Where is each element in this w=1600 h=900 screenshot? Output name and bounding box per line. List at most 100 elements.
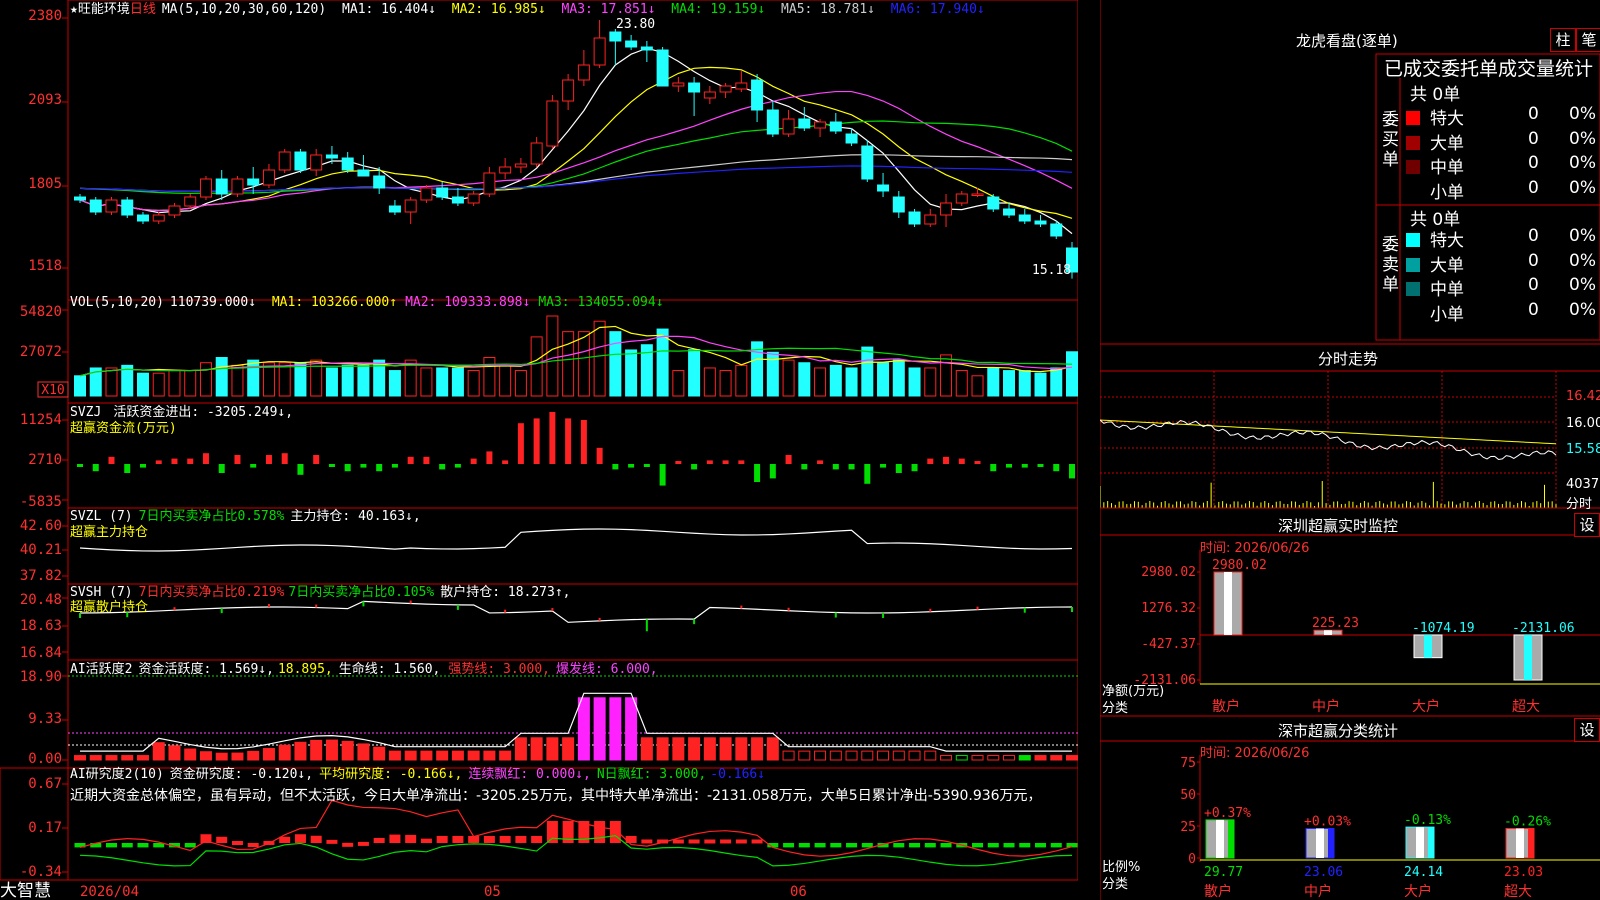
tick-view-button[interactable]: 笔 xyxy=(1576,28,1600,52)
candle-body xyxy=(908,211,921,225)
volume-bar xyxy=(703,367,716,397)
ai2-bar xyxy=(137,843,149,848)
ai2-bar xyxy=(452,835,464,843)
sz-cat-label: 散户 xyxy=(1212,698,1240,715)
svzj-bar xyxy=(927,458,934,464)
ai1-bar xyxy=(1034,755,1047,761)
volume-bar xyxy=(672,370,685,397)
ai2-bar xyxy=(216,836,228,843)
kline-chart-area[interactable]: 23.80 15.18 ★旺能环境日线 MA(5,10,20,30,60,120)… xyxy=(0,0,1078,900)
order-row: 中单 0 0% xyxy=(1406,275,1600,300)
ai2-bar xyxy=(1003,843,1015,848)
volume-bar xyxy=(987,367,1000,397)
candle-body xyxy=(215,178,228,195)
bar-view-button[interactable]: 柱 xyxy=(1550,28,1576,52)
volume-bar xyxy=(1003,370,1016,397)
candle-body xyxy=(798,118,811,129)
date-start: 2026/04 xyxy=(80,884,139,900)
candle-body xyxy=(987,196,1000,210)
order-percent: 0% xyxy=(1569,275,1596,295)
svzj-bar xyxy=(990,464,997,472)
volume-bar xyxy=(546,315,559,397)
ai2-bar xyxy=(909,843,921,848)
cls-settings-button[interactable]: 设 xyxy=(1574,718,1600,742)
volume-bar xyxy=(483,357,496,397)
order-row: 中单 0 0% xyxy=(1406,153,1600,178)
cls-bar-highlight xyxy=(1316,828,1324,858)
candle-body xyxy=(688,82,701,93)
volume-bar xyxy=(357,364,370,397)
candle-body xyxy=(467,193,480,204)
candle-body xyxy=(105,199,118,213)
volume-bar xyxy=(168,370,181,397)
ma2-line xyxy=(79,66,1073,219)
volume-bar xyxy=(924,367,937,397)
svzj-bar xyxy=(155,460,162,464)
ai2-bar xyxy=(846,843,858,848)
ma5-value: MA5: 18.781↓ xyxy=(781,2,875,17)
svzj-bar xyxy=(391,464,398,468)
candle-body xyxy=(451,196,464,204)
ai2-bar xyxy=(704,839,716,844)
ai1-bar xyxy=(562,737,575,761)
ai1-bar xyxy=(593,697,606,761)
ai1-bar xyxy=(751,737,764,761)
cls-ytick: 50 xyxy=(1180,788,1196,803)
cls-title: 深市超赢分类统计 xyxy=(1278,722,1399,740)
svzj-bar xyxy=(832,464,839,470)
svzj-bar xyxy=(895,464,902,473)
ai2-bar xyxy=(483,835,495,843)
candlesticks[interactable] xyxy=(74,20,1078,279)
sz-ytick: 1276.32 xyxy=(1141,601,1196,616)
svg-text:2380: 2380 xyxy=(28,8,62,24)
svzj-bar xyxy=(580,420,587,464)
svzj-bar xyxy=(848,464,855,470)
panel-frame xyxy=(67,0,1078,301)
main-header: ★旺能环境日线 MA(5,10,20,30,60,120) MA1: 16.404… xyxy=(70,2,985,17)
sz-bar-label: -1074.19 xyxy=(1412,621,1475,636)
candle-body xyxy=(924,214,937,225)
volume-bar xyxy=(1018,370,1031,397)
volume-bar xyxy=(625,349,638,397)
volume-bar xyxy=(451,367,464,397)
intraday-unit: 分时 xyxy=(1566,497,1593,512)
svzj-subtitle: 超赢资金流(万元) xyxy=(70,420,177,436)
svsh-tick xyxy=(1071,607,1073,613)
cls-value-label: 29.77 xyxy=(1204,865,1243,880)
ai2-bar xyxy=(830,843,842,848)
ai2-red-line xyxy=(79,799,1073,857)
volume-bar xyxy=(184,370,197,397)
ai1-bar xyxy=(609,697,622,761)
ai2-bar xyxy=(783,843,795,848)
ai2-bar xyxy=(1019,843,1031,848)
ai1-bar xyxy=(877,750,890,761)
svzj-bar xyxy=(171,458,178,464)
svzj-bar xyxy=(139,464,146,468)
order-count: 0 xyxy=(1528,177,1539,198)
ai2-bar xyxy=(594,820,606,843)
svzj-bar xyxy=(1053,464,1060,472)
candle-body xyxy=(719,85,732,93)
intraday-vol: 4037 xyxy=(1566,477,1600,492)
ai2-bar xyxy=(121,843,133,848)
ai1-bar xyxy=(688,737,701,761)
ai-activity-bars xyxy=(68,675,1078,761)
volume-bar xyxy=(908,367,921,397)
svzj-yaxis: 11254 2710 -5835 xyxy=(20,412,62,510)
svsh-tick xyxy=(504,609,507,613)
cls-bar xyxy=(1405,826,1435,859)
svsh-tick xyxy=(645,619,648,632)
ai1-bar xyxy=(987,755,1000,761)
svzj-bar xyxy=(313,455,320,464)
ai2-bar xyxy=(105,843,117,848)
ai2-bar xyxy=(893,843,905,848)
ai2-bar xyxy=(389,834,401,843)
candle-body xyxy=(514,163,527,168)
sz-settings-button[interactable]: 设 xyxy=(1574,513,1600,537)
volume-bar xyxy=(152,372,165,397)
svzj-bar xyxy=(502,460,509,464)
cls-bar-highlight xyxy=(1216,819,1224,858)
sz-bar-label: 225.23 xyxy=(1312,616,1359,631)
order-color-swatch xyxy=(1406,257,1420,272)
volume-bar xyxy=(593,320,606,397)
